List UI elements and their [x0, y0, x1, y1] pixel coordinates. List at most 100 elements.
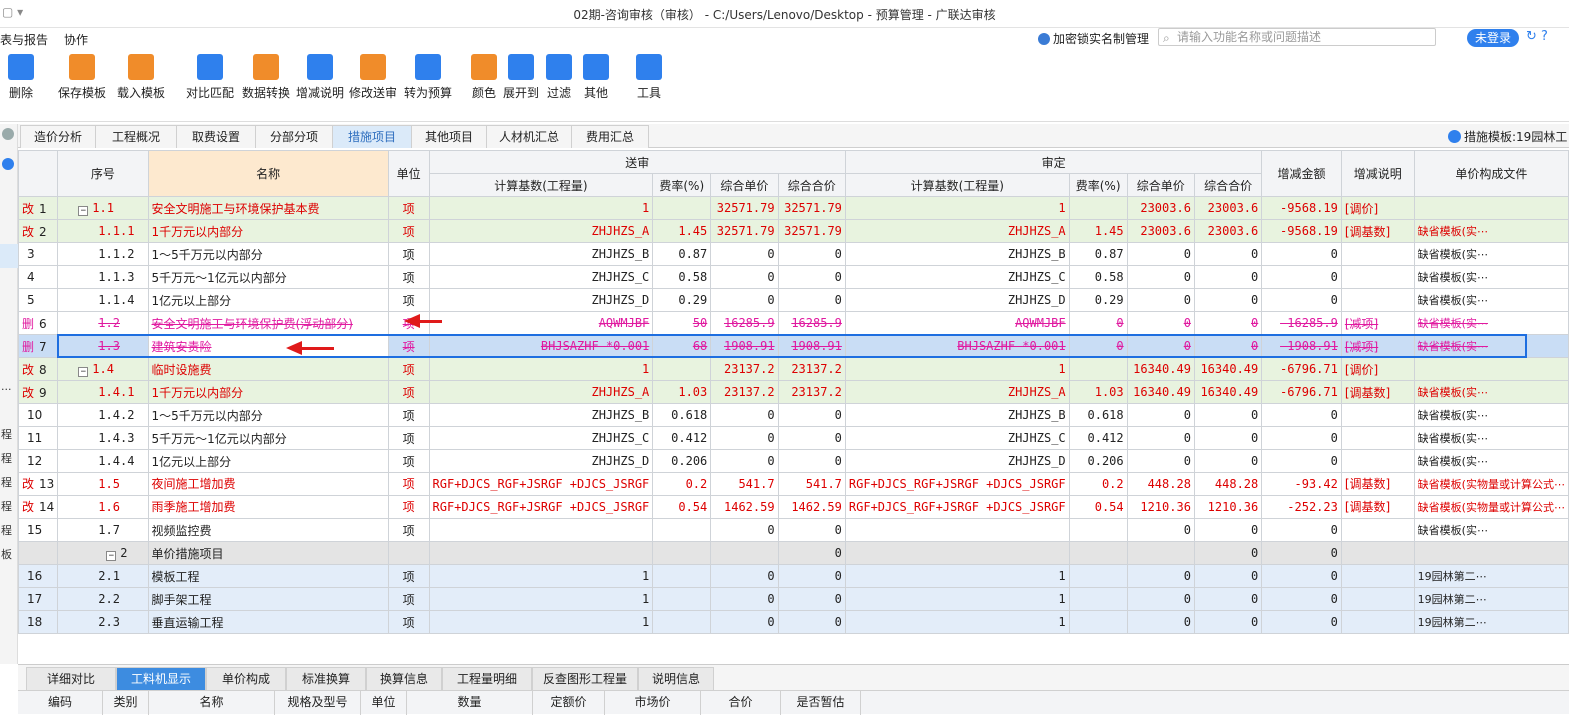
col-diff[interactable]: 增减金额 — [1261, 150, 1342, 197]
tree-toggle-icon[interactable]: − — [106, 550, 117, 561]
unit-cell[interactable]: 项 — [387, 518, 430, 542]
name-cell[interactable]: 1亿元以上部分 — [147, 449, 389, 473]
seq-cell[interactable]: 1.3 — [57, 334, 149, 358]
seq-cell[interactable]: 1.1.3 — [57, 265, 149, 289]
sub-total-cell[interactable]: 1908.91 — [777, 334, 846, 358]
sub-base-cell[interactable]: ZHJHZS_A — [428, 219, 654, 243]
name-cell[interactable]: 垂直运输工程 — [147, 610, 389, 634]
app-base-cell[interactable]: ZHJHZS_D — [844, 288, 1070, 312]
tab-2[interactable]: 取费设置 — [176, 125, 256, 148]
app-base-cell[interactable]: 1 — [844, 610, 1070, 634]
row-flag-cell[interactable]: 删6 — [17, 311, 59, 335]
app-total-cell[interactable]: 0 — [1193, 587, 1263, 611]
tab-3[interactable]: 分部分项 — [255, 125, 333, 148]
row-flag-cell[interactable]: 改 13 — [17, 472, 59, 496]
app-total-cell[interactable]: 0 — [1193, 610, 1263, 634]
col-sub-base[interactable]: 计算基数(工程量) — [428, 173, 654, 197]
sub-unit-price-cell[interactable]: 0 — [710, 518, 779, 542]
sub-base-cell[interactable]: ZHJHZS_C — [428, 426, 654, 450]
toolbar-button-0[interactable]: 删除 — [8, 54, 34, 101]
unit-cell[interactable]: 项 — [387, 196, 430, 220]
sub-total-cell[interactable]: 32571.79 — [777, 219, 846, 243]
table-row[interactable]: 16 2.1 模板工程项 1 0 0 1 0 0 0 19园林第二⋯ — [17, 564, 1569, 588]
template-indicator[interactable]: 措施模板:19园林工 — [1448, 128, 1567, 145]
app-unit-price-cell[interactable]: 16340.49 — [1126, 357, 1195, 381]
sub-base-cell[interactable]: ZHJHZS_B — [428, 403, 654, 427]
tree-toggle-icon[interactable]: − — [78, 366, 89, 377]
app-rate-cell[interactable]: 0.618 — [1068, 403, 1128, 427]
left-strip-label[interactable]: 程 — [1, 450, 12, 466]
unit-cell[interactable]: 项 — [387, 449, 430, 473]
seq-cell[interactable]: 1.6 — [57, 495, 149, 519]
app-total-cell[interactable]: 0 — [1193, 518, 1263, 542]
seq-cell[interactable]: 1.5 — [57, 472, 149, 496]
app-rate-cell[interactable]: 0.2 — [1068, 472, 1128, 496]
seq-cell[interactable]: 1.4.4 — [57, 449, 149, 473]
collapse-icon[interactable] — [2, 128, 14, 140]
app-unit-price-cell[interactable]: 0 — [1126, 449, 1195, 473]
app-rate-cell[interactable] — [1068, 541, 1128, 565]
app-base-cell[interactable]: ZHJHZS_B — [844, 242, 1070, 266]
col-app-rate[interactable]: 费率(%) — [1068, 173, 1128, 197]
app-total-cell[interactable]: 23003.6 — [1193, 196, 1263, 220]
app-unit-price-cell[interactable] — [1126, 541, 1195, 565]
file-cell[interactable]: 19园林第二⋯ — [1413, 564, 1569, 588]
file-cell[interactable]: 缺省模板(实⋯ — [1413, 403, 1569, 427]
sub-base-cell[interactable]: 1 — [428, 357, 654, 381]
left-strip-label[interactable]: ... — [1, 380, 12, 393]
sub-total-cell[interactable]: 0 — [777, 610, 846, 634]
tab-5[interactable]: 其他项目 — [411, 125, 487, 148]
sub-rate-cell[interactable] — [652, 518, 712, 542]
diff-cell[interactable]: -252.23 — [1261, 495, 1342, 519]
tab-1[interactable]: 工程概况 — [95, 125, 177, 148]
sub-total-cell[interactable]: 0 — [777, 265, 846, 289]
name-cell[interactable]: 5千万元～1亿元以内部分 — [147, 265, 389, 289]
app-unit-price-cell[interactable]: 448.28 — [1126, 472, 1195, 496]
app-rate-cell[interactable]: 0.58 — [1068, 265, 1128, 289]
name-cell[interactable]: 模板工程 — [147, 564, 389, 588]
app-unit-price-cell[interactable]: 0 — [1126, 426, 1195, 450]
col-app-total[interactable]: 综合合价 — [1193, 173, 1263, 197]
left-strip-label[interactable]: 程 — [1, 498, 12, 514]
seq-cell[interactable]: 1.1.2 — [57, 242, 149, 266]
name-cell[interactable]: 夜间施工增加费 — [147, 472, 389, 496]
sub-total-cell[interactable]: 0 — [777, 242, 846, 266]
toolbar-button-9[interactable]: 展开到 — [503, 54, 539, 101]
seq-cell[interactable]: 2.2 — [57, 587, 149, 611]
sub-unit-price-cell[interactable]: 0 — [710, 265, 779, 289]
diff-cell[interactable]: 0 — [1261, 288, 1342, 312]
app-total-cell[interactable]: 448.28 — [1193, 472, 1263, 496]
file-cell[interactable] — [1413, 357, 1569, 381]
file-cell[interactable]: 缺省模板(实物量或计算公式⋯ — [1413, 472, 1569, 496]
sub-total-cell[interactable]: 0 — [777, 518, 846, 542]
row-flag-cell[interactable]: 改8 — [17, 357, 59, 381]
sub-base-cell[interactable] — [428, 518, 654, 542]
app-rate-cell[interactable]: 1.45 — [1068, 219, 1128, 243]
col-name[interactable]: 名称 — [147, 150, 389, 197]
sub-unit-price-cell[interactable]: 23137.2 — [710, 380, 779, 404]
table-row[interactable]: 改 14 1.6 雨季施工增加费项 RGF+DJCS_RGF+JSRGF +DJCS_J… — [17, 495, 1569, 519]
toolbar-button-5[interactable]: 增减说明 — [296, 54, 344, 101]
sub-base-cell[interactable]: 1 — [428, 587, 654, 611]
diff-cell[interactable]: -9568.19 — [1261, 219, 1342, 243]
sub-total-cell[interactable]: 0 — [777, 403, 846, 427]
row-flag-cell[interactable]: 改1 — [17, 196, 59, 220]
sub-rate-cell[interactable]: 1.03 — [652, 380, 712, 404]
col-note[interactable]: 增减说明 — [1340, 150, 1415, 197]
file-cell[interactable]: 缺省模板(实⋯ — [1413, 242, 1569, 266]
note-cell[interactable]: [调价] — [1340, 357, 1415, 381]
sub-unit-price-cell[interactable]: 0 — [710, 449, 779, 473]
diff-cell[interactable]: 0 — [1261, 403, 1342, 427]
toolbar-button-4[interactable]: 数据转换 — [242, 54, 290, 101]
unit-cell[interactable]: 项 — [387, 380, 430, 404]
sub-total-cell[interactable]: 16285.9 — [777, 311, 846, 335]
sub-base-cell[interactable]: RGF+DJCS_RGF+JSRGF +DJCS_JSRGF — [428, 472, 654, 496]
col-sub-total[interactable]: 综合合价 — [777, 173, 846, 197]
tab-4[interactable]: 措施项目 — [332, 125, 412, 148]
toolbar-button-3[interactable]: 对比匹配 — [186, 54, 234, 101]
table-row[interactable]: 11 1.4.3 5千万元～1亿元以内部分项 ZHJHZS_C 0.412 0 0 ZHJHZ… — [17, 426, 1569, 450]
sub-unit-price-cell[interactable]: 1462.59 — [710, 495, 779, 519]
app-base-cell[interactable]: ZHJHZS_D — [844, 449, 1070, 473]
sub-total-cell[interactable]: 0 — [777, 541, 846, 565]
sub-unit-price-cell[interactable]: 1908.91 — [710, 334, 779, 358]
